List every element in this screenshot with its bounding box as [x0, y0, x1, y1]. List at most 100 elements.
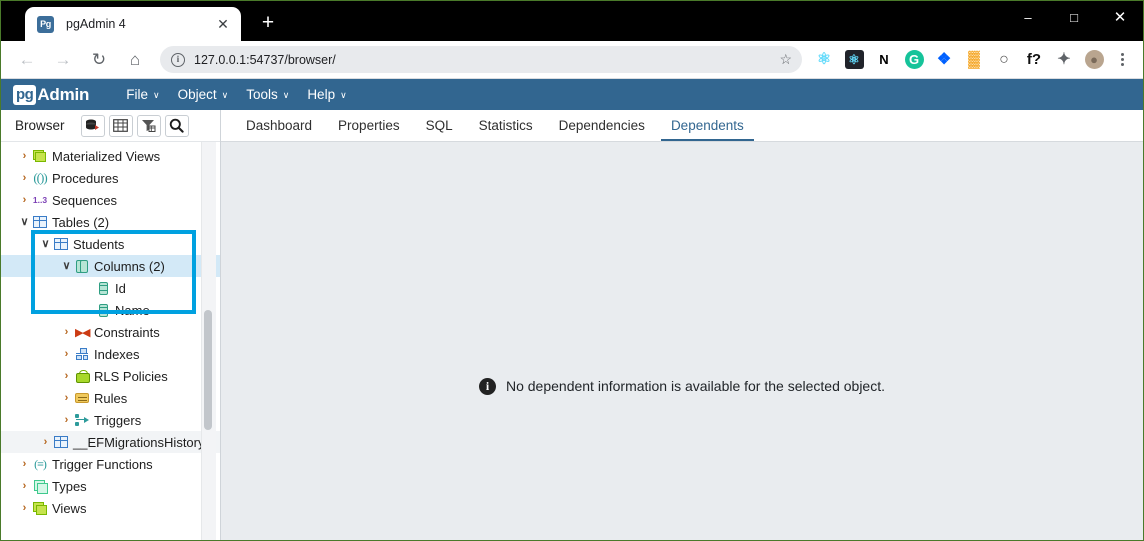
columns-icon [73, 258, 91, 274]
indexes-icon [73, 346, 91, 362]
new-tab-button[interactable]: + [255, 9, 281, 35]
grammarly-icon[interactable]: G [900, 46, 928, 74]
font-finder-icon[interactable]: f? [1020, 46, 1048, 74]
chevron-right-icon[interactable]: › [39, 436, 52, 448]
column-icon [94, 280, 112, 296]
menu-item-label: Tools [246, 87, 278, 102]
circle-icon[interactable]: ○ [990, 46, 1018, 74]
maximize-button[interactable]: □ [1051, 1, 1097, 33]
react-icon[interactable]: ⚛ [840, 46, 868, 74]
menu-item-help[interactable]: Help ∨ [298, 84, 355, 105]
tree-item-label: Students [73, 236, 125, 252]
trigger-functions-icon: (≡) [34, 456, 47, 471]
chevron-down-icon: ∨ [221, 90, 229, 100]
object-explorer-button[interactable] [80, 114, 105, 137]
puzzle-extensions-icon[interactable]: ✦ [1050, 46, 1078, 74]
back-icon[interactable]: ← [12, 45, 42, 75]
tree-item[interactable]: Id [1, 277, 220, 299]
chevron-down-icon[interactable]: ∨ [18, 216, 31, 228]
menu-item-object[interactable]: Object ∨ [169, 84, 238, 105]
chevron-right-icon[interactable]: › [60, 326, 73, 338]
empty-state-text: No dependent information is available fo… [505, 378, 885, 394]
address-bar[interactable]: i 127.0.0.1:54737/browser/ ☆ [160, 46, 802, 73]
browser-navbar: ← → ↻ ⌂ i 127.0.0.1:54737/browser/ ☆ ⚛ ⚛ N… [1, 41, 1143, 79]
chevron-right-icon[interactable]: › [18, 194, 31, 206]
tab-dependents[interactable]: Dependents [658, 110, 757, 141]
tab-properties[interactable]: Properties [325, 110, 413, 141]
chevron-right-icon[interactable]: › [60, 392, 73, 404]
tab-sql[interactable]: SQL [413, 110, 466, 141]
qr-code-icon[interactable]: ▓ [960, 46, 988, 74]
chevron-right-icon[interactable]: › [60, 414, 73, 426]
tree-item[interactable]: › (≡) Trigger Functions [1, 453, 220, 475]
notion-icon[interactable]: N [870, 46, 898, 74]
tree-item[interactable]: ∨ Tables (2) [1, 211, 220, 233]
tree-item[interactable]: › Types [1, 475, 220, 497]
object-tree[interactable]: › Materialized Views ›(()) Procedures › 1..3 S… [1, 142, 220, 540]
window-controls: – □ ✕ [1005, 1, 1143, 41]
tree-item-label: Id [115, 280, 126, 296]
table-icon [31, 214, 49, 230]
react-devtools-icon[interactable]: ⚛ [810, 46, 838, 74]
chevron-right-icon[interactable]: › [18, 150, 31, 162]
chevron-right-icon[interactable]: › [18, 480, 31, 492]
reload-icon[interactable]: ↻ [84, 45, 114, 75]
tree-item[interactable]: › RLS Policies [1, 365, 220, 387]
chevron-down-icon[interactable]: ∨ [39, 238, 52, 250]
tree-item[interactable]: › __EFMigrationsHistory [1, 431, 220, 453]
tree-item[interactable]: › Views [1, 497, 220, 519]
menu-item-tools[interactable]: Tools ∨ [237, 84, 298, 105]
grid-view-button[interactable] [108, 114, 133, 137]
tree-item[interactable]: ›(()) Procedures [1, 167, 220, 189]
url-text: 127.0.0.1:54737/browser/ [194, 52, 336, 67]
site-info-icon[interactable]: i [171, 52, 185, 67]
tree-item[interactable]: Name [1, 299, 220, 321]
sidebar-header: Browser [1, 110, 220, 142]
table-icon [52, 236, 70, 252]
workspace: Browser › Materialized Views › (()) Proc… [1, 110, 1143, 540]
bookmark-star-icon[interactable]: ☆ [779, 51, 792, 68]
chevron-right-icon[interactable]: › [18, 502, 31, 514]
menu-item-label: Object [177, 87, 217, 102]
profile-avatar[interactable]: ● [1080, 46, 1108, 74]
tab-dashboard[interactable]: Dashboard [233, 110, 325, 141]
tree-item[interactable]: › 1..3 Sequences [1, 189, 220, 211]
tree-item[interactable]: ∨ Columns (2) [1, 255, 220, 277]
tab-label: Dependents [670, 118, 744, 133]
chevron-right-icon[interactable]: › [60, 370, 73, 382]
dropbox-icon[interactable]: ❖ [930, 46, 958, 74]
search-icon[interactable] [164, 114, 189, 137]
home-icon[interactable]: ⌂ [120, 45, 150, 75]
tree-item[interactable]: › Materialized Views [1, 145, 220, 167]
chevron-right-icon[interactable]: › [18, 172, 31, 184]
close-tab-icon[interactable]: ✕ [214, 15, 232, 33]
tree-item-label: Views [52, 500, 87, 516]
forward-icon[interactable]: → [48, 45, 78, 75]
tab-label: Statistics [478, 118, 533, 133]
tab-dependencies[interactable]: Dependencies [546, 110, 658, 141]
tree-item[interactable]: ∨ Students [1, 233, 220, 255]
close-window-button[interactable]: ✕ [1097, 1, 1143, 33]
tree-item-label: Rules [94, 390, 128, 406]
filter-button[interactable] [136, 114, 161, 137]
tree-item[interactable]: › Indexes [1, 343, 220, 365]
tree-item[interactable]: › Rules [1, 387, 220, 409]
chevron-down-icon[interactable]: ∨ [60, 260, 73, 272]
sequences-icon: 1..3 [32, 195, 48, 205]
chevron-right-icon[interactable]: › [60, 348, 73, 360]
tree-item-label: Columns (2) [94, 258, 165, 274]
materialized-views-icon [31, 148, 49, 164]
tab-statistics[interactable]: Statistics [466, 110, 546, 141]
minimize-button[interactable]: – [1005, 1, 1051, 33]
tree-item[interactable]: › Triggers [1, 409, 220, 431]
chevron-right-icon[interactable]: › [18, 458, 31, 470]
tree-item[interactable]: › ▶◀ Constraints [1, 321, 220, 343]
tree-item-label: RLS Policies [94, 368, 168, 384]
main-panel: Dashboard Properties SQL Statistics Dependen… [221, 110, 1143, 540]
browser-titlebar: Pg pgAdmin 4 ✕ + – □ ✕ [1, 1, 1143, 41]
tree-vertical-scrollbar[interactable] [204, 310, 212, 430]
browser-menu-icon[interactable] [1109, 47, 1135, 73]
browser-tab[interactable]: Pg pgAdmin 4 ✕ [25, 7, 241, 41]
tab-label: Properties [338, 118, 400, 133]
menu-item-file[interactable]: File ∨ [117, 84, 168, 105]
